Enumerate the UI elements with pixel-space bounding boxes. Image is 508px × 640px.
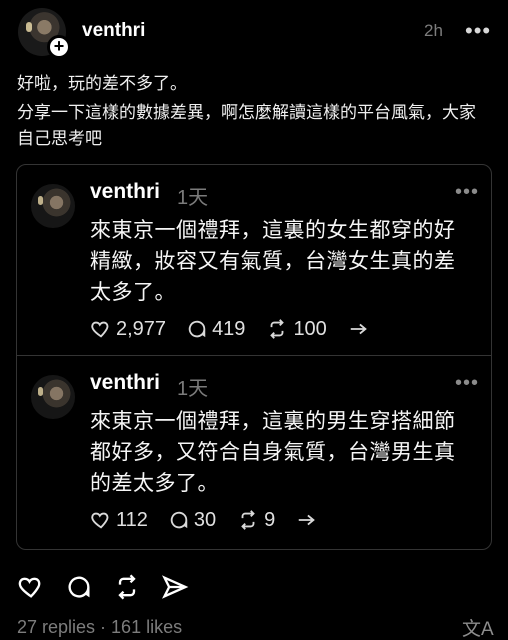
quoted-avatar[interactable] — [31, 375, 75, 419]
heart-icon — [91, 321, 109, 338]
quoted-actions: 2,977 419 100 — [90, 315, 395, 343]
repost-count: 100 — [293, 317, 327, 340]
comment-button[interactable] — [64, 572, 94, 602]
comment-button[interactable]: 30 — [168, 509, 216, 532]
quoted-post-2[interactable]: venthri 1天 ••• 來東京一個禮拜，這裏的男生穿搭細節都好多，又符合自… — [17, 356, 491, 546]
quoted-more-icon[interactable]: ••• — [455, 372, 479, 395]
quoted-text: 來東京一個禮拜，這裏的女生都穿的好精緻，妝容又有氣質，台灣女生真的差太多了。 — [90, 219, 456, 304]
follow-plus-icon[interactable]: + — [47, 35, 71, 59]
quoted-username[interactable]: venthri — [90, 371, 160, 395]
comment-icon — [188, 320, 206, 338]
like-button[interactable]: 2,977 — [90, 318, 166, 341]
repost-button[interactable]: 9 — [236, 509, 275, 532]
repost-icon — [270, 319, 285, 339]
comment-button[interactable]: 419 — [186, 318, 245, 341]
share-button[interactable] — [347, 318, 375, 340]
like-count: 2,977 — [116, 317, 167, 340]
lamp-highlight — [38, 196, 43, 205]
quoted-text: 來東京一個禮拜，這裏的男生穿搭細節都好多，又符合自身氣質，台灣男生真的差太多了。 — [90, 410, 456, 495]
comment-icon — [170, 511, 188, 529]
post-stats[interactable]: 27 replies · 161 likes — [17, 617, 182, 638]
heart-icon — [18, 577, 41, 598]
like-count: 112 — [116, 508, 148, 531]
send-icon — [162, 575, 189, 599]
share-icon — [299, 514, 316, 526]
post-header: + venthri 2h ••• — [0, 0, 508, 64]
quoted-time: 1天 — [177, 187, 209, 209]
repost-button[interactable] — [112, 572, 142, 602]
quoted-more-icon[interactable]: ••• — [455, 181, 479, 204]
like-button[interactable]: 112 — [90, 509, 148, 532]
repost-icon — [241, 510, 255, 530]
comment-icon — [68, 576, 90, 598]
repost-count: 9 — [264, 508, 276, 531]
repost-button[interactable]: 100 — [265, 317, 327, 341]
share-icon — [350, 323, 367, 335]
heart-icon — [91, 512, 109, 529]
lamp-highlight — [26, 22, 32, 32]
quoted-avatar[interactable] — [31, 184, 75, 228]
post-time: 2h — [424, 21, 443, 40]
comment-count: 419 — [212, 317, 246, 340]
lamp-highlight — [38, 387, 43, 396]
quoted-post-1[interactable]: venthri 1天 ••• 來東京一個禮拜，這裏的女生都穿的好精緻，妝容又有氣… — [17, 165, 491, 355]
share-button[interactable] — [295, 509, 323, 531]
like-button[interactable] — [16, 572, 46, 602]
quoted-username[interactable]: venthri — [90, 180, 160, 204]
post-text-line-1: 好啦，玩的差不多了。 — [17, 74, 187, 93]
quoted-actions: 112 30 9 — [90, 506, 343, 534]
more-options-icon[interactable]: ••• — [465, 18, 491, 44]
post-username[interactable]: venthri — [82, 20, 145, 42]
post-text-line-2: 分享一下這樣的數據差異，啊怎麼解讀這樣的平台風氣，大家自己思考吧 — [17, 103, 476, 148]
comment-count: 30 — [193, 508, 217, 531]
repost-icon — [118, 574, 136, 600]
post-actions — [16, 572, 208, 602]
quoted-posts-container: venthri 1天 ••• 來東京一個禮拜，這裏的女生都穿的好精緻，妝容又有氣… — [16, 164, 492, 550]
send-button[interactable] — [160, 572, 190, 602]
quoted-time: 1天 — [177, 378, 209, 400]
translate-icon[interactable]: 文A — [462, 614, 494, 640]
